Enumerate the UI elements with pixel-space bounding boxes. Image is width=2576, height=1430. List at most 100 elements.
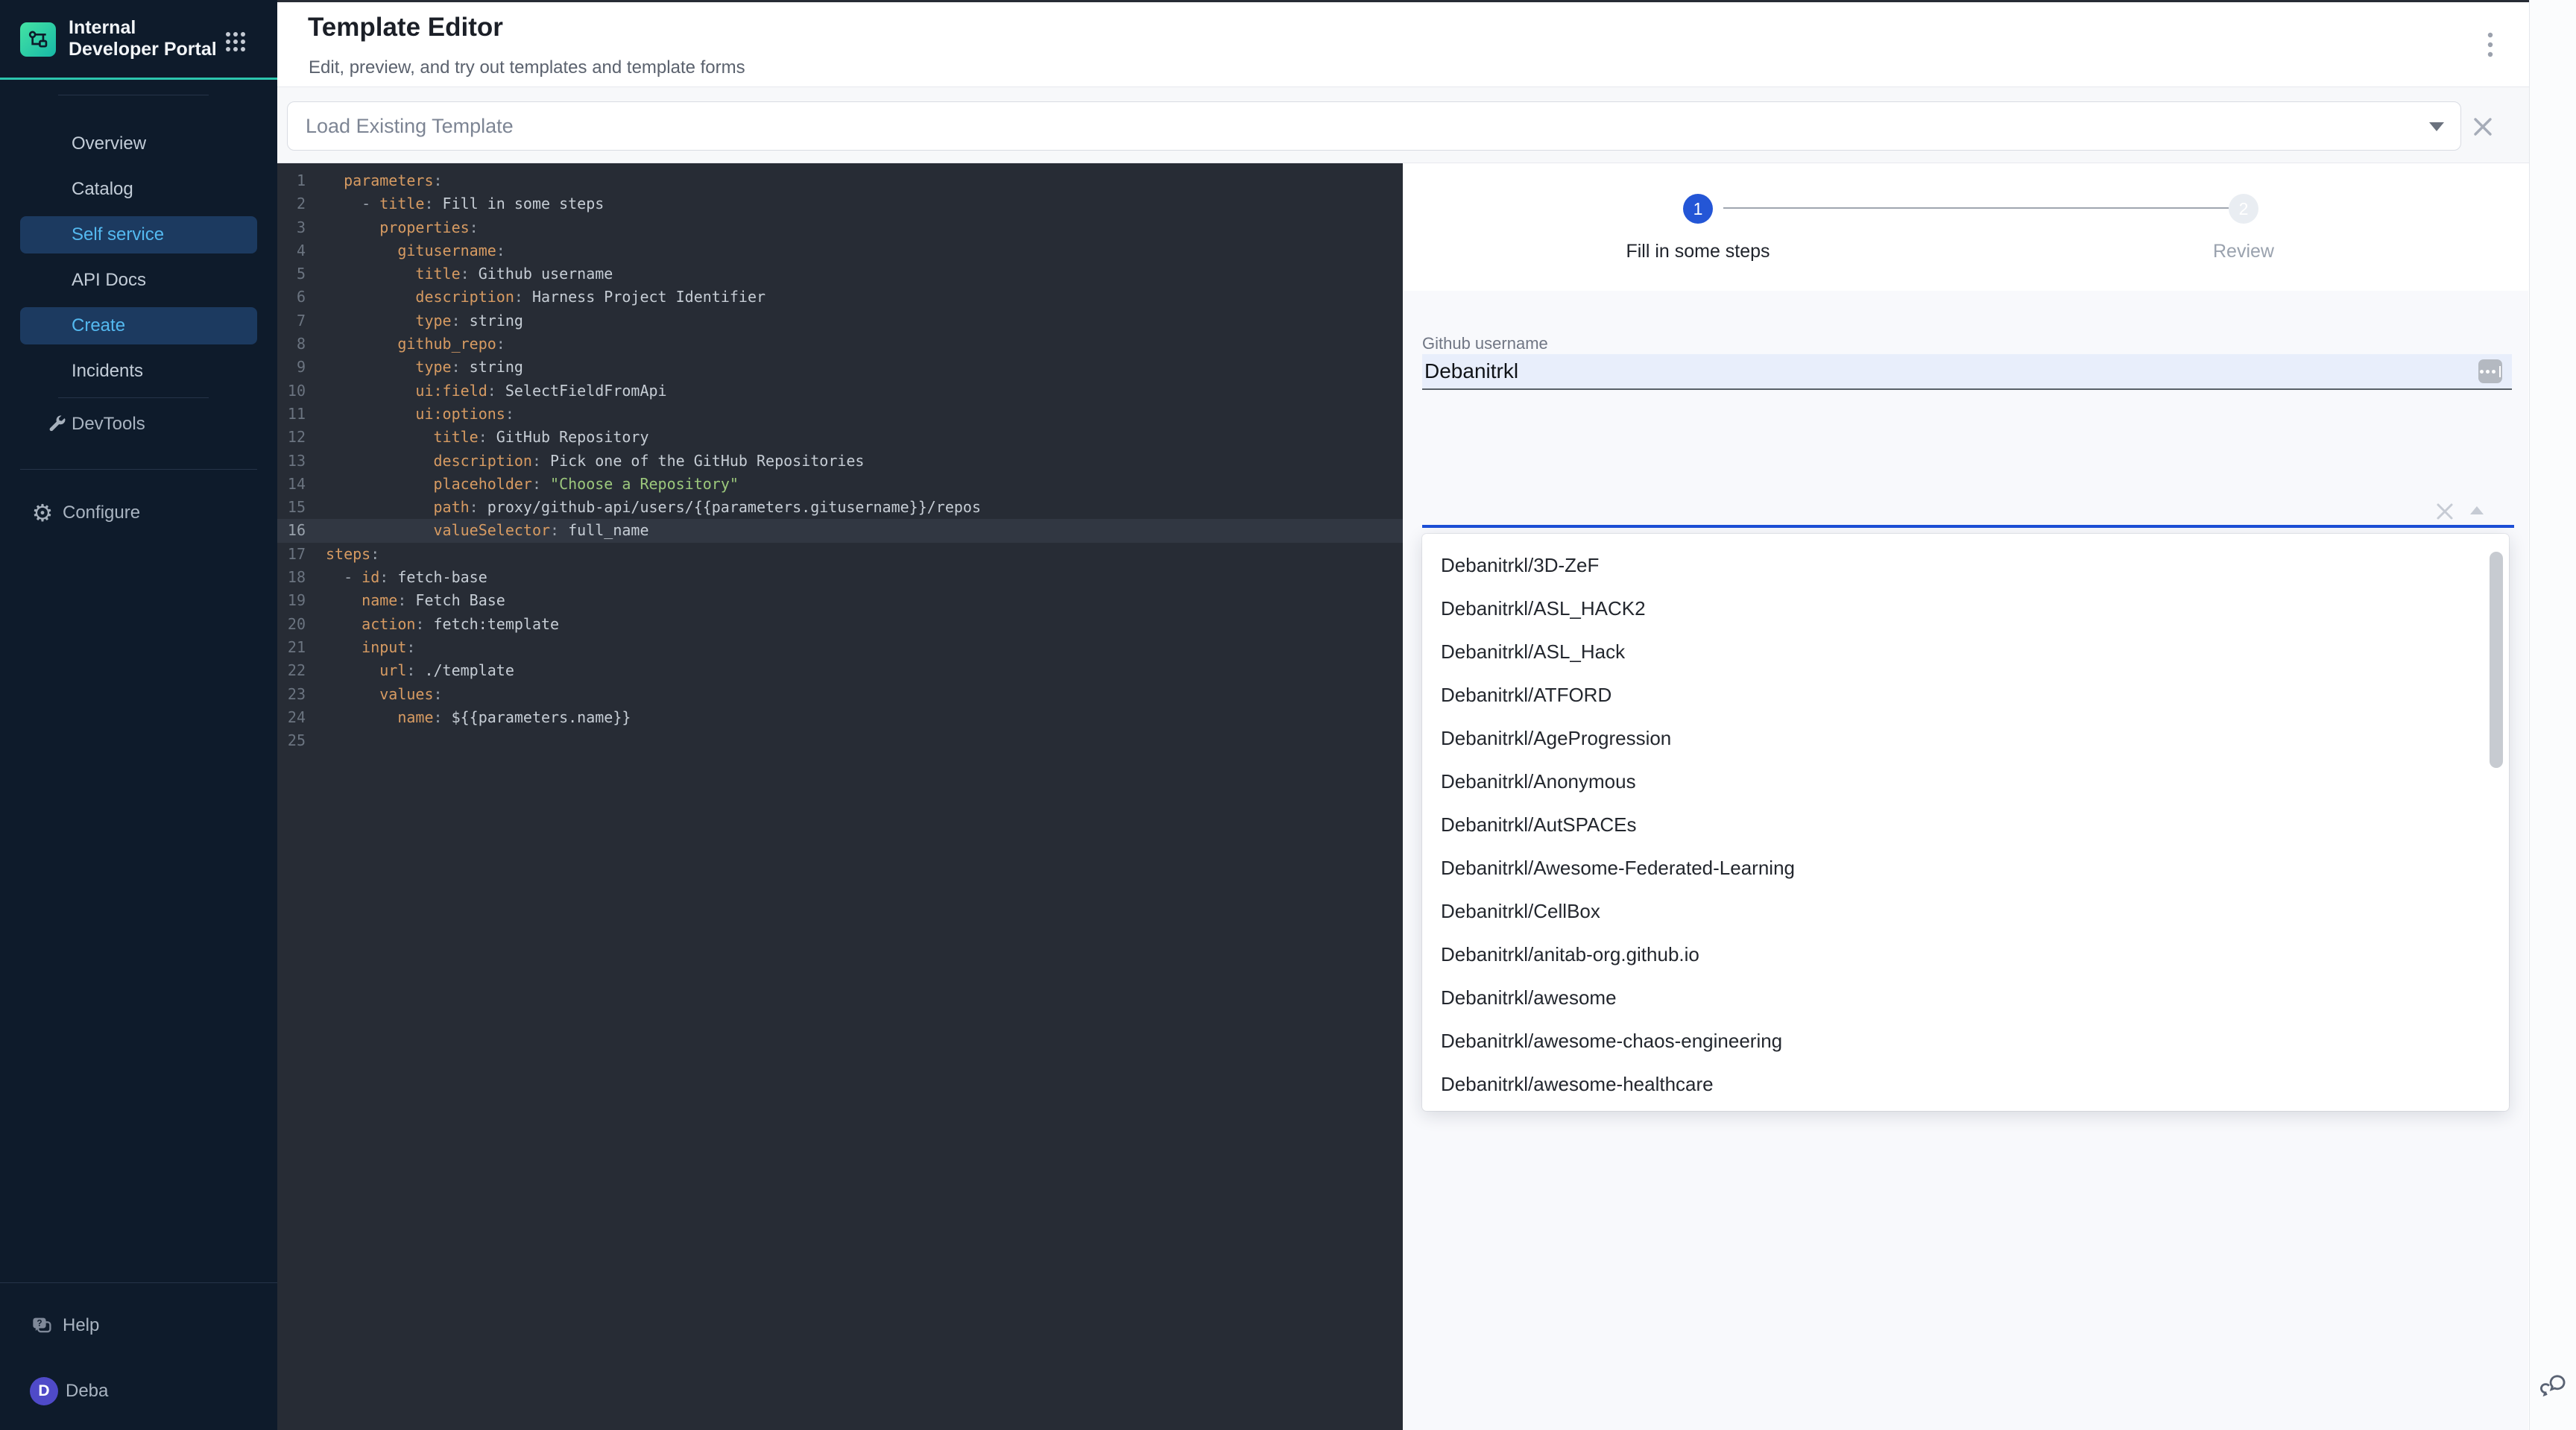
apps-grid-icon[interactable] xyxy=(224,30,247,54)
step-2-indicator[interactable]: 2 xyxy=(2229,194,2258,224)
code-line[interactable]: 8 github_repo: xyxy=(277,333,1403,356)
sidebar-item-label: Help xyxy=(63,1315,99,1336)
repo-option[interactable]: Debanitrkl/ASL_Hack xyxy=(1422,630,2509,673)
repo-option[interactable]: Debanitrkl/awesome-healthcare xyxy=(1422,1062,2509,1106)
code-line[interactable]: 20 action: fetch:template xyxy=(277,613,1403,636)
code-text: - title: Fill in some steps xyxy=(326,195,604,212)
code-line[interactable]: 24 name: ${{parameters.name}} xyxy=(277,706,1403,729)
step-1-label: Fill in some steps xyxy=(1626,241,1770,262)
help-chat-icon: ? xyxy=(31,1314,54,1337)
more-options-icon[interactable] xyxy=(2481,31,2499,62)
repo-option[interactable]: Debanitrkl/Anonymous xyxy=(1422,760,2509,803)
code-line[interactable]: 3 properties: xyxy=(277,216,1403,239)
wizard-stepper: 1 2 Fill in some steps Review xyxy=(1403,163,2528,291)
sidebar-item-incidents[interactable]: Incidents xyxy=(20,353,257,390)
code-text: type: string xyxy=(326,358,523,376)
code-line[interactable]: 2 - title: Fill in some steps xyxy=(277,192,1403,215)
template-form-preview: 1 2 Fill in some steps Review Github use… xyxy=(1403,163,2528,1430)
sidebar-item-api-docs[interactable]: API Docs xyxy=(20,262,257,299)
line-number: 25 xyxy=(277,729,306,752)
repo-option[interactable]: Debanitrkl/3D-ZeF xyxy=(1422,544,2509,587)
code-line[interactable]: 17steps: xyxy=(277,543,1403,566)
line-number: 8 xyxy=(277,333,306,356)
code-text: description: Harness Project Identifier xyxy=(326,288,765,306)
sidebar-item-label: Configure xyxy=(63,503,140,523)
code-line[interactable]: 14 placeholder: "Choose a Repository" xyxy=(277,473,1403,496)
line-number: 2 xyxy=(277,192,306,215)
repo-option[interactable]: Debanitrkl/AutSPACEs xyxy=(1422,803,2509,846)
sidebar-item-catalog[interactable]: Catalog xyxy=(20,171,257,208)
code-line[interactable]: 23 values: xyxy=(277,683,1403,706)
code-line[interactable]: 16 valueSelector: full_name xyxy=(277,519,1403,542)
wrench-icon xyxy=(45,413,67,435)
code-line[interactable]: 7 type: string xyxy=(277,309,1403,333)
repo-option[interactable]: Debanitrkl/anitab-org.github.io xyxy=(1422,933,2509,976)
repo-option[interactable]: Debanitrkl/awesome xyxy=(1422,976,2509,1019)
code-text: placeholder: "Choose a Repository" xyxy=(326,475,739,493)
repo-option[interactable]: Debanitrkl/AgeProgression xyxy=(1422,716,2509,760)
code-line[interactable]: 21 input: xyxy=(277,636,1403,659)
sidebar-item-create[interactable]: Create xyxy=(20,307,257,344)
code-line[interactable]: 6 description: Harness Project Identifie… xyxy=(277,286,1403,309)
code-line[interactable]: 9 type: string xyxy=(277,356,1403,379)
github-username-input[interactable] xyxy=(1422,354,2512,390)
code-line[interactable]: 4 gitusername: xyxy=(277,239,1403,262)
code-text: valueSelector: full_name xyxy=(326,521,649,539)
line-number: 9 xyxy=(277,356,306,379)
stepper-connector xyxy=(1723,207,2229,209)
code-line[interactable]: 10 ui:field: SelectFieldFromApi xyxy=(277,379,1403,403)
code-text: path: proxy/github-api/users/{{parameter… xyxy=(326,498,981,516)
line-number: 11 xyxy=(277,403,306,426)
code-line[interactable]: 22 url: ./template xyxy=(277,659,1403,682)
code-line[interactable]: 5 title: Github username xyxy=(277,262,1403,286)
repo-option[interactable]: Debanitrkl/ATFORD xyxy=(1422,673,2509,716)
code-text: name: Fetch Base xyxy=(326,591,505,609)
sidebar-item-devtools[interactable]: DevTools xyxy=(20,406,257,443)
code-line[interactable]: 12 title: GitHub Repository xyxy=(277,426,1403,449)
repo-option[interactable]: Debanitrkl/Awesome-Federated-Learning xyxy=(1422,846,2509,889)
sidebar-item-label: DevTools xyxy=(72,414,145,435)
sidebar-item-overview[interactable]: Overview xyxy=(20,125,257,163)
chevron-down-icon xyxy=(2429,122,2444,131)
sidebar-divider xyxy=(0,1282,277,1283)
sidebar-user-item[interactable]: D Deba xyxy=(20,1373,257,1410)
chevron-up-icon[interactable] xyxy=(2470,506,2484,514)
code-line[interactable]: 19 name: Fetch Base xyxy=(277,589,1403,612)
avatar: D xyxy=(30,1377,58,1405)
code-line[interactable]: 18 - id: fetch-base xyxy=(277,566,1403,589)
code-text: ui:field: SelectFieldFromApi xyxy=(326,382,667,400)
sidebar-item-help[interactable]: ? Help xyxy=(20,1307,257,1344)
code-text: action: fetch:template xyxy=(326,615,559,633)
step-1-indicator[interactable]: 1 xyxy=(1683,194,1713,224)
repo-option[interactable]: Debanitrkl/ASL_HACK2 xyxy=(1422,587,2509,630)
code-text: input: xyxy=(326,638,415,656)
sidebar-item-configure[interactable]: ⚙ Configure xyxy=(20,494,257,532)
code-line[interactable]: 15 path: proxy/github-api/users/{{parame… xyxy=(277,496,1403,519)
line-number: 18 xyxy=(277,566,306,589)
chat-icon[interactable] xyxy=(2539,1372,2566,1399)
line-number: 1 xyxy=(277,169,306,192)
code-line[interactable]: 1 parameters: xyxy=(277,169,1403,192)
autofill-icon[interactable] xyxy=(2478,359,2502,383)
github-username-label: Github username xyxy=(1422,334,1548,353)
template-toolbar: Load Existing Template xyxy=(277,87,2529,163)
code-text: github_repo: xyxy=(326,335,505,353)
code-line[interactable]: 25 xyxy=(277,729,1403,752)
clear-icon[interactable] xyxy=(2435,502,2455,521)
close-icon[interactable] xyxy=(2472,116,2494,138)
sidebar-item-self-service[interactable]: Self service xyxy=(20,216,257,253)
line-number: 17 xyxy=(277,543,306,566)
sidebar-divider xyxy=(58,397,209,398)
dropdown-scrollbar[interactable] xyxy=(2490,552,2503,768)
code-line[interactable]: 11 ui:options: xyxy=(277,403,1403,426)
code-line[interactable]: 13 description: Pick one of the GitHub R… xyxy=(277,450,1403,473)
code-text: properties: xyxy=(326,218,479,236)
load-template-select[interactable]: Load Existing Template xyxy=(287,101,2461,151)
app-logo-icon xyxy=(20,22,56,57)
code-text: title: Github username xyxy=(326,265,613,283)
yaml-code-editor[interactable]: 1 parameters:2 - title: Fill in some ste… xyxy=(277,163,1403,1430)
focused-field-underline xyxy=(1422,525,2514,528)
repo-option[interactable]: Debanitrkl/awesome-chaos-engineering xyxy=(1422,1019,2509,1062)
repo-option[interactable]: Debanitrkl/CellBox xyxy=(1422,889,2509,933)
code-text: gitusername: xyxy=(326,242,505,259)
